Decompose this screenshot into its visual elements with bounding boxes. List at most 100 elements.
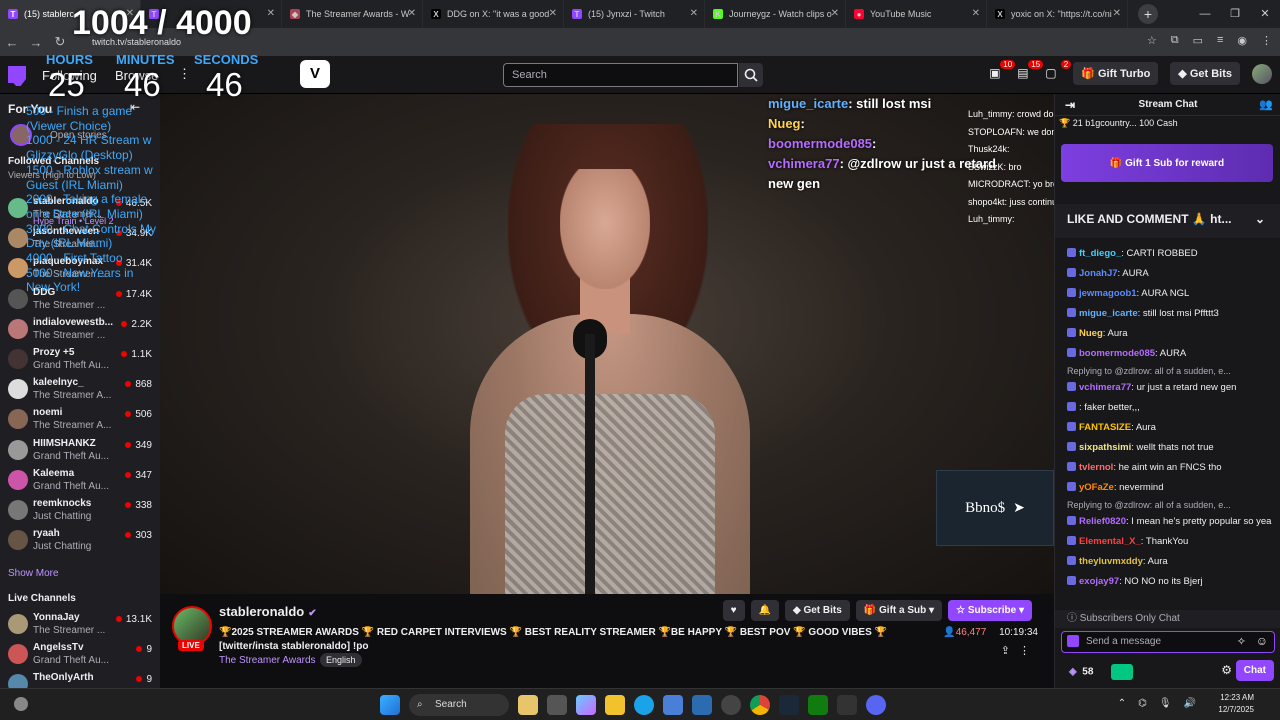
taskbar-search[interactable]: ⌕ Search (409, 694, 509, 716)
chat-username[interactable]: theyluvmxddy (1079, 556, 1143, 567)
chat-message[interactable]: yOFaZe: nevermind (1067, 478, 1275, 498)
chat-username[interactable]: ft_diego_ (1079, 248, 1121, 259)
video-player[interactable]: migue_icarte: still lost msi Nueg: boomerm… (160, 94, 1054, 594)
chat-message[interactable]: sixpathsimi: wellt thats not true (1067, 438, 1275, 458)
chat-username[interactable]: FANTASIZE (1079, 422, 1131, 433)
tab-close-icon[interactable]: ✕ (267, 8, 275, 19)
sidebar-channel[interactable]: reemknocks Just Chatting 338 (8, 496, 152, 526)
chat-message[interactable]: migue_icarte: still lost msi Pffttt3 (1067, 304, 1275, 324)
weather-icon[interactable] (518, 695, 538, 715)
sidebar-channel[interactable]: AngelssTv Grand Theft Au... 9 (8, 640, 152, 670)
chat-username[interactable]: Relief0820 (1079, 516, 1126, 527)
pinned-message[interactable]: LIKE AND COMMENT 🙏 ht... ⌄ (1055, 204, 1280, 238)
chat-identity-icon[interactable] (1067, 635, 1079, 647)
gift-sub-button[interactable]: 🎁 Gift a Sub ▾ (855, 600, 943, 621)
browser-tab[interactable]: ◆ The Streamer Awards - W ✕ (282, 0, 423, 28)
chat-message[interactable]: FANTASIZE: Aura (1067, 418, 1275, 438)
follow-heart-button[interactable]: ♥ (722, 600, 745, 621)
search-input[interactable]: Search (503, 63, 738, 87)
chat-username[interactable]: exojay97 (1079, 576, 1119, 587)
extension-logo-icon[interactable]: V (300, 60, 330, 88)
chat-username[interactable]: vchimera77 (1079, 382, 1131, 393)
chat-message[interactable]: JonahJ7: AURA (1067, 264, 1275, 284)
terminal-icon[interactable] (837, 695, 857, 715)
inbox-icon[interactable]: ▣ 10 (989, 59, 1016, 82)
chat-message[interactable]: : faker better,,, (1067, 398, 1275, 418)
task-view-icon[interactable] (547, 695, 567, 715)
widgets-icon[interactable] (14, 697, 28, 711)
chat-username[interactable]: yOFaZe (1079, 482, 1114, 493)
twitch-logo-icon[interactable] (8, 66, 26, 86)
community-icon[interactable]: 👥 (1259, 94, 1273, 116)
chat-username[interactable]: Nueg (1079, 328, 1103, 339)
subscribe-button[interactable]: ☆ Subscribe ▾ (948, 600, 1032, 621)
media-icon[interactable]: ≡ (1217, 34, 1223, 47)
new-tab-button[interactable]: + (1138, 4, 1158, 24)
chat-username[interactable]: jewmagoob1 (1079, 288, 1137, 299)
get-bits-button[interactable]: ◆ Get Bits (784, 600, 850, 621)
close-window-icon[interactable]: ✕ (1250, 0, 1280, 28)
channel-points[interactable]: ◈ 58 (1069, 664, 1134, 680)
chat-message[interactable]: vchimera77: ur just a retard new gen (1067, 378, 1275, 398)
chat-message[interactable]: boomermode085: AURA (1067, 344, 1275, 364)
tray-overflow-icon[interactable]: ⌃ (1118, 698, 1126, 709)
browser-tab[interactable]: K Journeygz - Watch clips o ✕ (705, 0, 846, 28)
chat-username[interactable]: Elemental_X_ (1079, 536, 1141, 547)
start-icon[interactable] (380, 695, 400, 715)
chat-username[interactable]: tvlernol (1079, 462, 1113, 473)
sidebar-channel[interactable]: Kaleema Grand Theft Au... 347 (8, 466, 152, 496)
collapse-chat-icon[interactable]: ⇥ (1065, 94, 1075, 116)
sidebar-channel[interactable]: YonnaJay The Streamer ... 13.1K (8, 610, 152, 640)
sidebar-channel[interactable]: indialovewestb... The Streamer ... 2.2K (8, 315, 152, 345)
chat-message[interactable]: ft_diego_: CARTI ROBBED (1067, 244, 1275, 264)
bookmark-star-icon[interactable]: ☆ (1147, 34, 1157, 47)
sidebar-channel[interactable]: Prozy +5 Grand Theft Au... 1.1K (8, 345, 152, 375)
mail-icon[interactable] (692, 695, 712, 715)
chat-message[interactable]: theyluvmxddy: Aura (1067, 552, 1275, 572)
chat-username[interactable]: migue_icarte (1079, 308, 1138, 319)
chevron-down-icon[interactable]: ⌄ (1255, 212, 1265, 226)
gift-sub-reward-button[interactable]: 🎁 Gift 1 Sub for reward (1061, 144, 1273, 182)
category-link[interactable]: The Streamer Awards (219, 655, 316, 666)
chat-username[interactable]: boomermode085 (1079, 348, 1155, 359)
back-icon[interactable]: ← (0, 35, 24, 50)
notification-bell-button[interactable]: 🔔 (750, 600, 779, 621)
get-bits-top-button[interactable]: ◆ Get Bits (1170, 62, 1240, 85)
browser-tab[interactable]: ● YouTube Music ✕ (846, 0, 987, 28)
file-explorer-icon[interactable] (605, 695, 625, 715)
volume-icon[interactable]: 🔊 (1184, 698, 1196, 709)
chat-message[interactable]: jewmagoob1: AURA NGL (1067, 284, 1275, 304)
tab-close-icon[interactable]: ✕ (549, 8, 557, 19)
store-icon[interactable] (663, 695, 683, 715)
minimize-icon[interactable]: — (1190, 0, 1220, 28)
sidebar-channel[interactable]: ryaah Just Chatting 303 (8, 526, 152, 556)
tab-close-icon[interactable]: ✕ (831, 8, 839, 19)
bits-cheer-icon[interactable]: ✧ (1237, 635, 1246, 648)
copilot-icon[interactable] (576, 695, 596, 715)
share-icon[interactable]: ⇪ (1001, 644, 1010, 657)
sidebar-channel[interactable]: HIIMSHANKZ Grand Theft Au... 349 (8, 436, 152, 466)
tab-close-icon[interactable]: ✕ (690, 8, 698, 19)
browser-tab[interactable]: Xyoxic on X: "https://t.co/ni ✕ (987, 0, 1128, 28)
tab-close-icon[interactable]: ✕ (972, 8, 980, 19)
chat-send-button[interactable]: Chat (1235, 660, 1274, 681)
whispers-icon[interactable]: ▢ 2 (1045, 59, 1072, 82)
chat-username[interactable]: JonahJ7 (1079, 268, 1118, 279)
browser-tab[interactable]: T (15) Jynxzi - Twitch ✕ (564, 0, 705, 28)
claim-bonus-icon[interactable] (1111, 664, 1134, 680)
extensions-icon[interactable]: ⧉ (1171, 34, 1179, 47)
more-options-icon[interactable]: ⋮ (1019, 644, 1030, 657)
channel-name[interactable]: stableronaldo ✔ (219, 604, 317, 619)
show-more-link[interactable]: Show More (8, 568, 59, 579)
browser-menu-icon[interactable]: ⋮ (1261, 34, 1272, 47)
chat-message[interactable]: tvlernol: he aint win an FNCS tho (1067, 458, 1275, 478)
gift-turbo-button[interactable]: 🎁 Gift Turbo (1073, 62, 1159, 85)
tab-close-icon[interactable]: ✕ (408, 8, 416, 19)
profile-icon[interactable]: ◉ (1237, 34, 1247, 47)
sidebar-channel[interactable]: noemi The Streamer A... 506 (8, 405, 152, 435)
mic-icon[interactable]: 🎙 (1159, 698, 1172, 709)
search-button[interactable] (739, 63, 763, 87)
network-icon[interactable]: ⌬ (1138, 698, 1147, 709)
steam-icon[interactable] (779, 695, 799, 715)
notifications-icon[interactable]: ▤ 15 (1017, 59, 1044, 82)
